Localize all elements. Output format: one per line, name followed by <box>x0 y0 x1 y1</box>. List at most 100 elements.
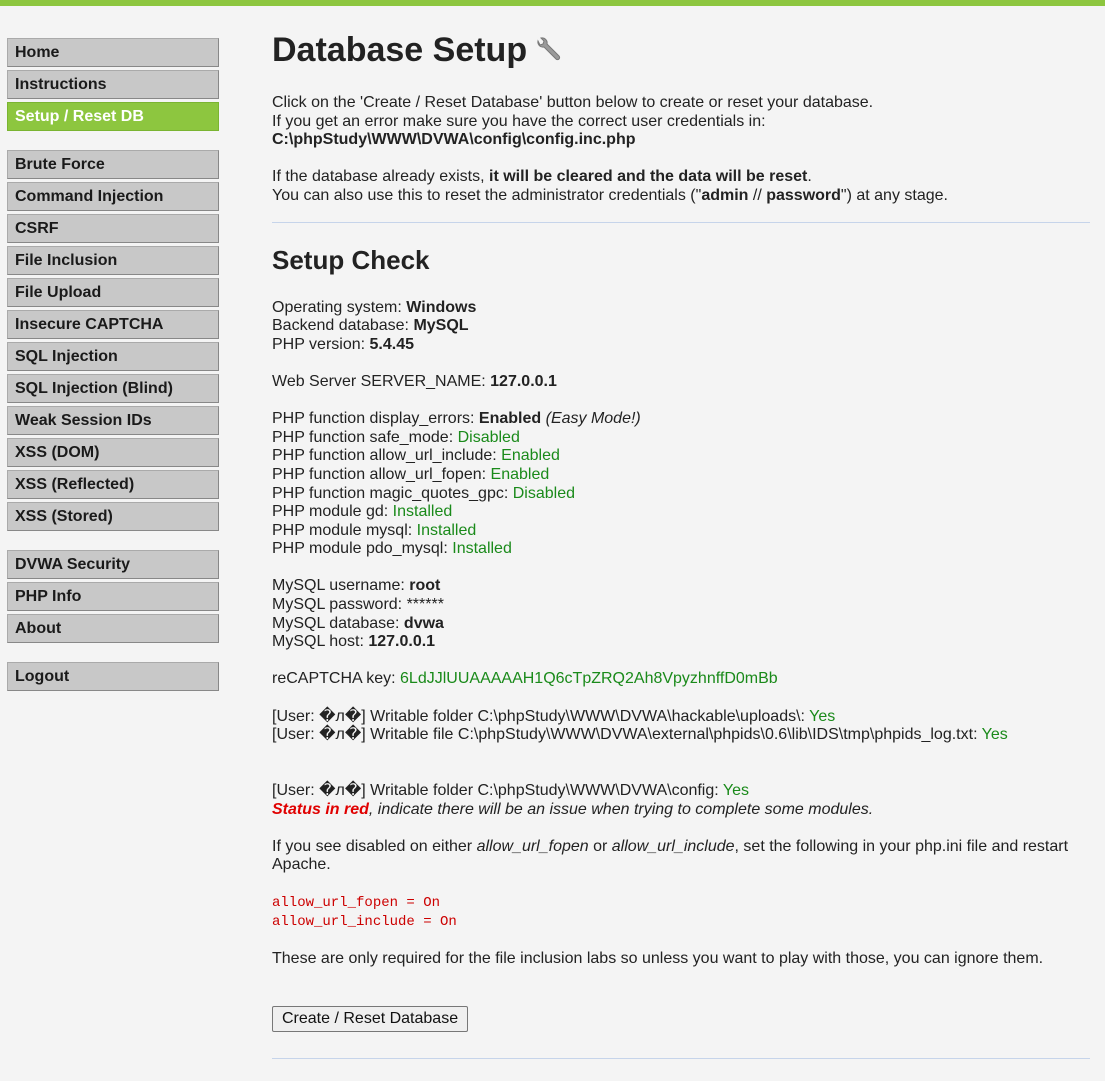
safe-mode-label: PHP function safe_mode: <box>272 428 458 446</box>
menu-item-file-inclusion[interactable]: File Inclusion <box>7 246 219 275</box>
menu-item-sql-injection[interactable]: SQL Injection <box>7 342 219 371</box>
url-include-row: PHP function allow_url_include: Enabled <box>272 447 1090 466</box>
disabled-note-prefix: If you see disabled on either <box>272 837 477 855</box>
server-name-row: Web Server SERVER_NAME: 127.0.0.1 <box>272 373 1090 392</box>
intro-line-1: Click on the 'Create / Reset Database' b… <box>272 94 874 112</box>
menu-item-about[interactable]: About <box>7 614 219 643</box>
create-reset-database-button[interactable]: Create / Reset Database <box>272 1005 469 1032</box>
top-accent-bar <box>0 0 1105 6</box>
menu-group-logout: Logout <box>7 662 219 691</box>
warning-suffix: . <box>807 168 812 186</box>
display-errors-label: PHP function display_errors: <box>272 410 479 428</box>
reset-suffix: ") at any stage. <box>840 186 948 204</box>
gd-label: PHP module gd: <box>272 503 393 521</box>
wrench-icon <box>535 34 563 70</box>
disabled-note-fopen: allow_url_fopen <box>476 837 589 855</box>
page-title: Database Setup <box>272 28 1090 70</box>
url-fopen-value: Enabled <box>490 465 550 483</box>
display-errors-value: Enabled <box>478 410 542 428</box>
php-version-label: PHP version: <box>272 335 370 353</box>
writable-uploads-label: [User: �л�] Writable folder C:\phpStudy\… <box>272 707 810 725</box>
config-path-text: C:\phpStudy\WWW\DVWA\config\config.inc.p… <box>272 131 636 149</box>
writable-phpids-label: [User: �л�] Writable file C:\phpStudy\WW… <box>272 726 982 744</box>
status-note: Status in red, indicate there will be an… <box>272 801 1090 820</box>
divider <box>272 221 1090 223</box>
status-red-text: Status in red <box>272 800 369 818</box>
recaptcha-value: 6LdJJlUUAAAAAH1Q6cTpZRQ2Ah8VpyzhnffD0mBb <box>400 670 778 688</box>
menu-item-logout[interactable]: Logout <box>7 662 219 691</box>
intro-line-2: If you get an error make sure you have t… <box>272 112 766 130</box>
reset-separator: // <box>748 186 767 204</box>
sidebar-menu: Home Instructions Setup / Reset DB Brute… <box>7 38 219 710</box>
menu-item-csrf[interactable]: CSRF <box>7 214 219 243</box>
pdo-mysql-label: PHP module pdo_mysql: <box>272 540 453 558</box>
server-name-label: Web Server SERVER_NAME: <box>272 372 491 390</box>
mysql-database-value: dvwa <box>403 614 444 632</box>
os-row: Operating system: Windows <box>272 299 1090 318</box>
db-value: MySQL <box>413 317 469 335</box>
config-path: C:\phpStudy\WWW\DVWA\config\config.inc.p… <box>272 131 1090 150</box>
display-errors-row: PHP function display_errors: Enabled (Ea… <box>272 410 1090 429</box>
recaptcha-label: reCAPTCHA key: <box>272 670 401 688</box>
disabled-note-include: allow_url_include <box>611 837 735 855</box>
mysql-password-value: ****** <box>406 596 444 614</box>
php-version-value: 5.4.45 <box>369 335 415 353</box>
mysql-username-row: MySQL username: root <box>272 577 1090 596</box>
mysql-database-label: MySQL database: <box>272 614 404 632</box>
mysql-username-value: root <box>409 577 441 595</box>
db-label: Backend database: <box>272 317 414 335</box>
mysql-host-value: 127.0.0.1 <box>368 633 436 651</box>
menu-item-command-injection[interactable]: Command Injection <box>7 182 219 211</box>
writable-config-value: Yes <box>722 782 749 800</box>
menu-item-xss-dom[interactable]: XSS (DOM) <box>7 438 219 467</box>
magic-quotes-label: PHP function magic_quotes_gpc: <box>272 484 513 502</box>
magic-quotes-row: PHP function magic_quotes_gpc: Disabled <box>272 485 1090 504</box>
mysql-host-label: MySQL host: <box>272 633 369 651</box>
menu-item-php-info[interactable]: PHP Info <box>7 582 219 611</box>
page-title-text: Database Setup <box>272 31 528 69</box>
reset-admin: admin <box>701 186 749 204</box>
url-fopen-row: PHP function allow_url_fopen: Enabled <box>272 466 1090 485</box>
os-value: Windows <box>406 298 477 316</box>
writable-config-row: [User: �л�] Writable folder C:\phpStudy\… <box>272 782 1090 801</box>
url-include-label: PHP function allow_url_include: <box>272 447 502 465</box>
menu-item-insecure-captcha[interactable]: Insecure CAPTCHA <box>7 310 219 339</box>
labs-note: These are only required for the file inc… <box>272 950 1044 968</box>
warning-line: If the database already exists, it will … <box>272 168 1090 187</box>
menu-item-file-upload[interactable]: File Upload <box>7 278 219 307</box>
menu-item-dvwa-security[interactable]: DVWA Security <box>7 550 219 579</box>
mysql-module-value: Installed <box>416 521 477 539</box>
magic-quotes-value: Disabled <box>512 484 576 502</box>
gd-value: Installed <box>392 503 453 521</box>
recaptcha-row: reCAPTCHA key: 6LdJJlUUAAAAAH1Q6cTpZRQ2A… <box>272 670 1090 689</box>
php-version-row: PHP version: 5.4.45 <box>272 336 1090 355</box>
menu-item-instructions[interactable]: Instructions <box>7 70 219 99</box>
menu-item-brute-force[interactable]: Brute Force <box>7 150 219 179</box>
pdo-mysql-row: PHP module pdo_mysql: Installed <box>272 540 1090 559</box>
writable-uploads-row: [User: �л�] Writable folder C:\phpStudy\… <box>272 708 1090 727</box>
disabled-note: If you see disabled on either allow_url_… <box>272 838 1090 875</box>
php-ini-code: allow_url_fopen = On allow_url_include =… <box>272 894 1090 932</box>
menu-item-sql-injection-blind[interactable]: SQL Injection (Blind) <box>7 374 219 403</box>
mysql-username-label: MySQL username: <box>272 577 410 595</box>
bottom-divider <box>272 1057 1090 1059</box>
main-content: Database Setup Click on the 'Create / Re… <box>272 28 1090 1081</box>
server-name-value: 127.0.0.1 <box>490 372 557 390</box>
menu-group-vulnerabilities: Brute Force Command Injection CSRF File … <box>7 150 219 531</box>
setup-check-title: Setup Check <box>272 244 430 275</box>
menu-group-settings: DVWA Security PHP Info About <box>7 550 219 643</box>
reset-password: password <box>766 186 841 204</box>
reset-prefix: You can also use this to reset the admin… <box>272 186 702 204</box>
safe-mode-row: PHP function safe_mode: Disabled <box>272 429 1090 448</box>
mysql-module-label: PHP module mysql: <box>272 521 417 539</box>
pdo-mysql-value: Installed <box>452 540 512 558</box>
disabled-note-or: or <box>588 837 612 855</box>
menu-item-setup-reset-db[interactable]: Setup / Reset DB <box>7 102 219 131</box>
code-line-fopen: allow_url_fopen = On <box>272 894 441 911</box>
menu-item-weak-session-ids[interactable]: Weak Session IDs <box>7 406 219 435</box>
menu-item-home[interactable]: Home <box>7 38 219 67</box>
url-include-value: Enabled <box>501 447 560 465</box>
writable-config-label: [User: �л�] Writable folder C:\phpStudy\… <box>272 782 723 800</box>
menu-item-xss-stored[interactable]: XSS (Stored) <box>7 502 219 531</box>
menu-item-xss-reflected[interactable]: XSS (Reflected) <box>7 470 219 499</box>
